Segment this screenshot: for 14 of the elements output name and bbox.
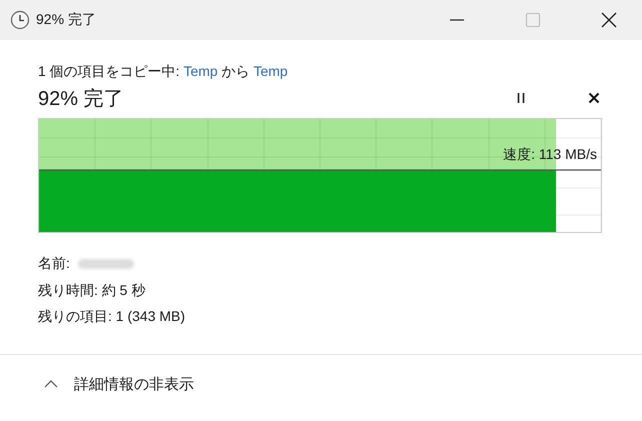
detail-text: 名前:: [38, 255, 70, 274]
destination-link[interactable]: Temp: [253, 63, 288, 79]
progress-heading: 92% 完了: [38, 86, 124, 112]
cancel-icon[interactable]: [588, 92, 600, 104]
detail-text: 残りの項目: 1 (343 MB): [38, 308, 186, 326]
copy-status-text: 1 個の項目をコピー中: Temp から Temp: [38, 63, 288, 79]
speed-label: 速度: 113 MB/s: [503, 146, 597, 164]
clock-icon: [10, 10, 30, 30]
window-title: 92% 完了: [36, 11, 96, 29]
source-link[interactable]: Temp: [183, 63, 218, 79]
detail-text: 残り時間: 約 5 秒: [38, 282, 146, 300]
close-icon[interactable]: [601, 12, 617, 28]
pause-icon[interactable]: [516, 92, 526, 104]
details-toggle-button[interactable]: 詳細情報の非表示: [44, 374, 194, 394]
